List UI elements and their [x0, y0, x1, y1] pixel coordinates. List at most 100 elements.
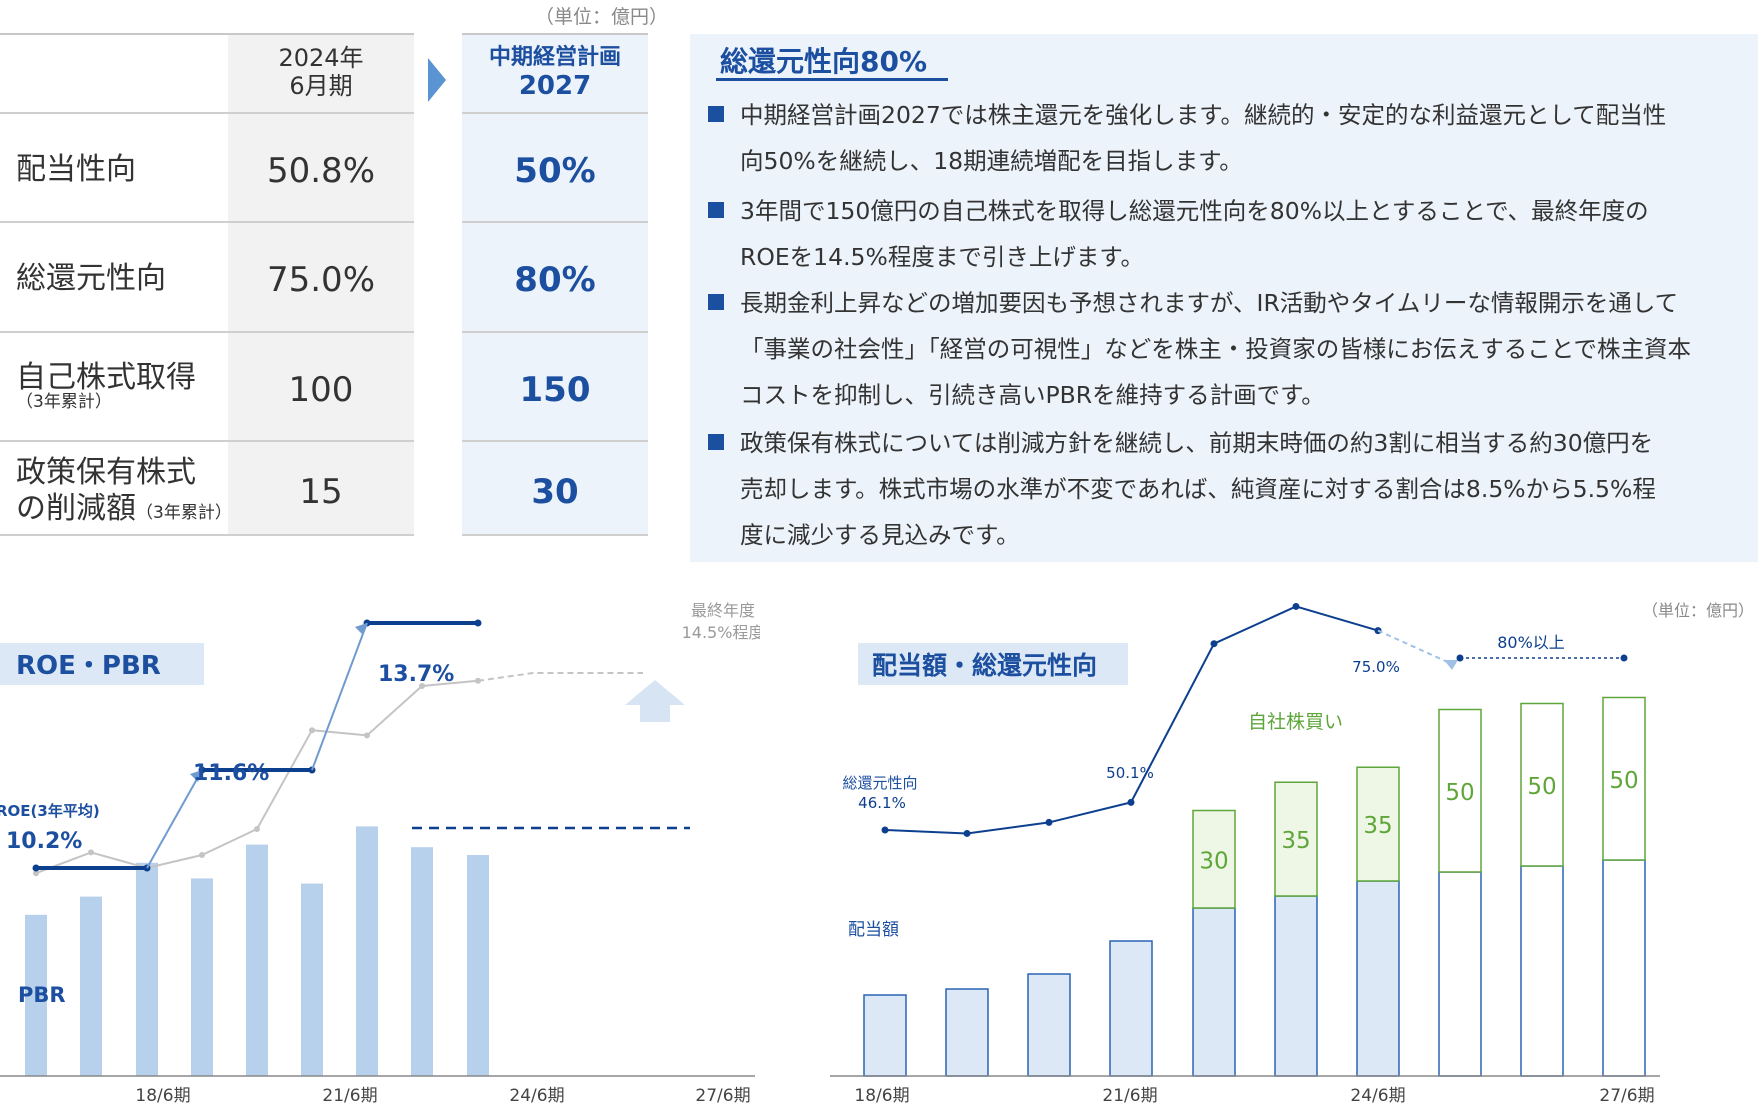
- x-tick-label: 27/6期: [1599, 1086, 1654, 1106]
- dividend-bar: [945, 988, 989, 1077]
- table-top-rule-plan: [462, 33, 648, 35]
- bullet-1-line: 向50%を継続し、18期連続増配を目指します。: [740, 147, 1243, 175]
- roe-avg-endpoint: [32, 864, 40, 872]
- payout-point: [1210, 640, 1218, 648]
- bullet-4-line: 政策保有株式については削減方針を継続し、前期末時価の約3割に相当する約30億円を: [740, 429, 1654, 457]
- payout-point: [1045, 818, 1053, 826]
- panel-title: 総還元性向80%: [720, 45, 928, 78]
- square-bullet-icon: [708, 106, 724, 122]
- pbr-bar: [411, 847, 433, 1076]
- payout-point: [881, 826, 889, 834]
- x-tick-label: 21/6期: [1102, 1086, 1157, 1106]
- row-label-buyback: 自己株式取得 （3年累計）: [16, 360, 196, 412]
- payout-label-75-0: 75.0%: [1352, 658, 1400, 676]
- dividend-bar: [1438, 871, 1482, 1077]
- payout-label-50-1: 50.1%: [1106, 764, 1154, 782]
- row-current-payout: 50.8%: [266, 151, 375, 191]
- square-bullet-icon: [708, 294, 724, 310]
- header-current-line2: 6月期: [289, 72, 353, 100]
- buyback-value-label: 50: [1527, 774, 1556, 800]
- pbr-bar: [356, 826, 378, 1076]
- row-plan-payout: 50%: [514, 151, 596, 191]
- x-tick-label: 27/6期: [695, 1086, 750, 1106]
- square-bullet-icon: [708, 434, 724, 450]
- dividend-bar: [863, 994, 907, 1077]
- roe-annual-forecast-line: [477, 672, 643, 682]
- chart1-title: ROE・PBR: [16, 651, 161, 681]
- buyback-value-label: 35: [1281, 828, 1310, 854]
- roe-label-11-6: 11.6%: [193, 761, 269, 786]
- payout-label-46-1: 46.1%: [858, 794, 906, 812]
- bullet-4-line: 売却します。株式市場の水準が不変であれば、純資産に対する割合は8.5%から5.5…: [740, 475, 1656, 503]
- roe-pbr-chart: ROE・PBR 18/6期 21/6期 24/6期 27/6期 PBR ROE(3年平…: [0, 601, 760, 1106]
- row-divider: [0, 331, 414, 333]
- row-plan-total-return: 80%: [514, 260, 596, 300]
- header-plan-line1: 中期経営計画: [488, 45, 621, 70]
- final-year-label: 最終年度: [691, 601, 755, 620]
- row-plan-crossholding: 30: [531, 472, 579, 512]
- pbr-bar: [191, 878, 213, 1076]
- bullet-1-line: 中期経営計画2027では株主還元を強化します。継続的・安定的な利益還元として配当…: [740, 101, 1667, 129]
- header-current-line1: 2024年: [278, 44, 364, 72]
- dividend-bar: [1356, 880, 1400, 1077]
- row-label-crossholding-line2: の削減額（3年累計）: [16, 491, 232, 531]
- row-divider: [462, 440, 648, 442]
- final-roe-label: 14.5%程度: [682, 623, 760, 642]
- bullet-3-line: 長期金利上昇などの増加要因も予想されますが、IR活動やタイムリーな情報開示を通し…: [740, 289, 1679, 317]
- triangle-arrow-icon: [428, 58, 446, 102]
- bullet-2-line: ROEを14.5%程度まで引き上げます。: [740, 243, 1144, 271]
- chart2-unit: （単位：億円）: [1642, 601, 1754, 620]
- pbr-bar: [246, 844, 268, 1076]
- header-plan: 中期経営計画 2027: [462, 44, 648, 100]
- row-current-total-return: 75.0%: [266, 260, 375, 300]
- row-label-total-return: 総還元性向: [16, 261, 166, 296]
- buyback-label: 自社株買い: [1248, 711, 1343, 733]
- row-label-crossholding-sub: （3年累計）: [136, 503, 232, 523]
- roe-avg-label: ROE(3年平均): [0, 802, 100, 820]
- pbr-bar: [301, 883, 323, 1076]
- row-label-buyback-main: 自己株式取得: [16, 360, 196, 395]
- row-divider: [462, 112, 648, 114]
- row-plan-buyback: 150: [519, 370, 591, 410]
- x-tick-label: 18/6期: [854, 1086, 909, 1106]
- bullet-2-line: 3年間で150億円の自己株式を取得し総還元性向を80%以上とすることで、最終年度…: [740, 197, 1649, 225]
- dividend-bar: [1602, 859, 1646, 1077]
- payout-point: [963, 829, 971, 837]
- roe-annual-point: [475, 677, 481, 684]
- dividend-bar: [1520, 865, 1564, 1077]
- roe-annual-point: [364, 732, 370, 739]
- bullet-3-line: 「事業の社会性」「経営の可視性」などを株主・投資家の皆様にお伝えすることで株主資…: [740, 335, 1692, 363]
- row-divider: [0, 440, 414, 442]
- panel-title-underline: [716, 78, 948, 81]
- row-label-crossholding-line2-main: の削減額: [16, 491, 136, 526]
- row-label-payout: 配当性向: [16, 152, 136, 187]
- dividend-bar: [1274, 895, 1318, 1077]
- x-tick-label: 18/6期: [135, 1086, 190, 1106]
- row-divider: [462, 221, 648, 223]
- x-tick-label: 24/6期: [1350, 1086, 1405, 1106]
- roe-annual-point: [254, 826, 260, 832]
- up-arrow-icon: [625, 680, 685, 722]
- row-divider: [462, 331, 648, 333]
- payout-forecast-arrowhead: [1444, 660, 1458, 670]
- roe-annual-point: [309, 727, 315, 734]
- roe-annual-point: [88, 849, 94, 856]
- row-divider: [0, 112, 414, 114]
- header-current: 2024年 6月期: [228, 44, 414, 100]
- table-top-rule: [0, 33, 414, 35]
- row-current-buyback: 100: [288, 370, 354, 410]
- bullet-3: 長期金利上昇などの増加要因も予想されますが、IR活動やタイムリーな情報開示を通し…: [708, 280, 1732, 418]
- table-unit: （単位：億円）: [535, 6, 669, 28]
- dividend-payout-chart: （単位：億円） 配当額・総還元性向 30 35 35 50 50 50 46.1% 50.1…: [830, 601, 1754, 1106]
- payout-label-target: 80%以上: [1497, 633, 1565, 652]
- chart2-title: 配当額・総還元性向: [872, 651, 1097, 680]
- row-divider: [0, 221, 414, 223]
- buyback-value-label: 35: [1363, 813, 1392, 839]
- bullet-2: 3年間で150億円の自己株式を取得し総還元性向を80%以上とすることで、最終年度…: [708, 188, 1732, 280]
- roe-avg-endpoint: [474, 619, 482, 627]
- x-tick-label: 24/6期: [509, 1086, 564, 1106]
- row-current-crossholding: 15: [299, 472, 343, 512]
- roe-annual-point: [199, 852, 205, 858]
- pbr-bar: [136, 862, 158, 1076]
- payout-target-point: [1620, 654, 1628, 662]
